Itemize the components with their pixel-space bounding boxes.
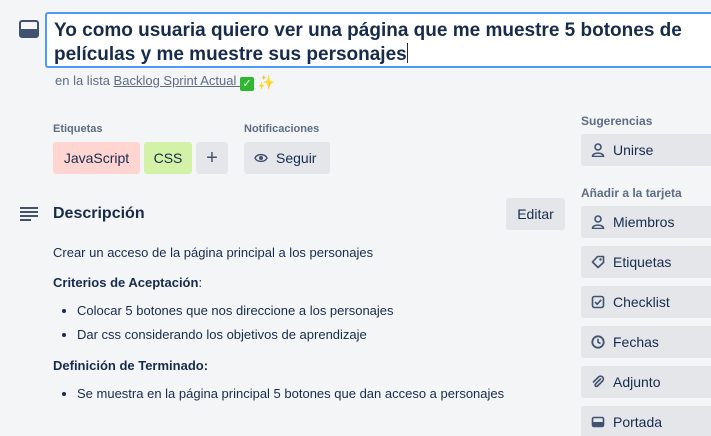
description-icon [20,207,38,221]
paperclip-icon [592,375,605,388]
join-label: Unirse [613,142,654,158]
description-heading: Descripción [53,205,145,222]
label-css[interactable]: CSS [144,142,192,174]
cover-icon [591,416,605,428]
done-list: Se muestra en la página principal 5 boto… [77,385,568,402]
labels-button-label: Etiquetas [613,254,672,270]
list-name: Backlog Sprint Actual [113,73,237,88]
done-heading: Definición de Terminado: [53,357,568,374]
list-link[interactable]: Backlog Sprint Actual ✓ [113,73,255,91]
members-button[interactable]: Miembros [581,206,711,238]
dates-button[interactable]: Fechas [581,326,711,358]
join-button[interactable]: Unirse [581,134,711,166]
criteria-heading: Criterios de Aceptación: [53,274,568,291]
criteria-list: Colocar 5 botones que nos direccione a l… [77,302,568,343]
clock-icon [591,335,605,349]
list-item: Dar css considerando los objetivos de ap… [77,326,568,343]
labels-heading: Etiquetas [53,123,103,135]
person-icon [591,215,605,229]
tag-icon [591,255,605,269]
text-caret [406,43,408,63]
description-intro: Crear un acceso de la página principal a… [53,245,374,260]
edit-description-button[interactable]: Editar [506,198,565,230]
eye-icon [254,153,268,163]
criteria-heading-colon: : [198,275,203,290]
description-body[interactable]: Crear un acceso de la página principal a… [53,244,568,416]
add-to-card-heading: Añadir a la tarjeta [581,186,682,200]
card-title-text: Yo como usuaria quiero ver una página qu… [54,20,682,65]
notifications-heading: Notificaciones [244,123,320,135]
check-emoji-icon: ✓ [240,77,255,91]
attachment-label: Adjunto [613,374,661,390]
labels-button[interactable]: Etiquetas [581,246,711,278]
list-prefix: en la lista [55,73,110,88]
dates-label: Fechas [613,334,659,350]
members-label: Miembros [613,214,675,230]
follow-button[interactable]: Seguir [244,142,330,174]
checklist-label: Checklist [613,294,670,310]
add-label-button[interactable]: + [196,142,228,174]
list-location: en la lista Backlog Sprint Actual ✓ ✨ [55,73,275,91]
checkbox-icon [591,295,605,309]
sparkle-emoji-icon: ✨ [257,74,276,90]
card-title-input[interactable]: Yo como usuaria quiero ver una página qu… [45,12,711,68]
list-item: Se muestra en la página principal 5 boto… [77,385,568,402]
list-item: Colocar 5 botones que nos direccione a l… [77,302,568,319]
follow-label: Seguir [276,150,317,166]
person-icon [591,143,605,157]
card-icon [19,20,39,38]
cover-label: Portada [613,414,663,430]
checklist-button[interactable]: Checklist [581,286,711,318]
attachment-button[interactable]: Adjunto [581,366,711,398]
done-heading-text: Definición de Terminado: [53,358,209,373]
cover-button[interactable]: Portada [581,406,711,436]
criteria-heading-text: Criterios de Aceptación [53,275,199,290]
suggestions-heading: Sugerencias [581,114,653,128]
label-javascript[interactable]: JavaScript [53,142,140,174]
